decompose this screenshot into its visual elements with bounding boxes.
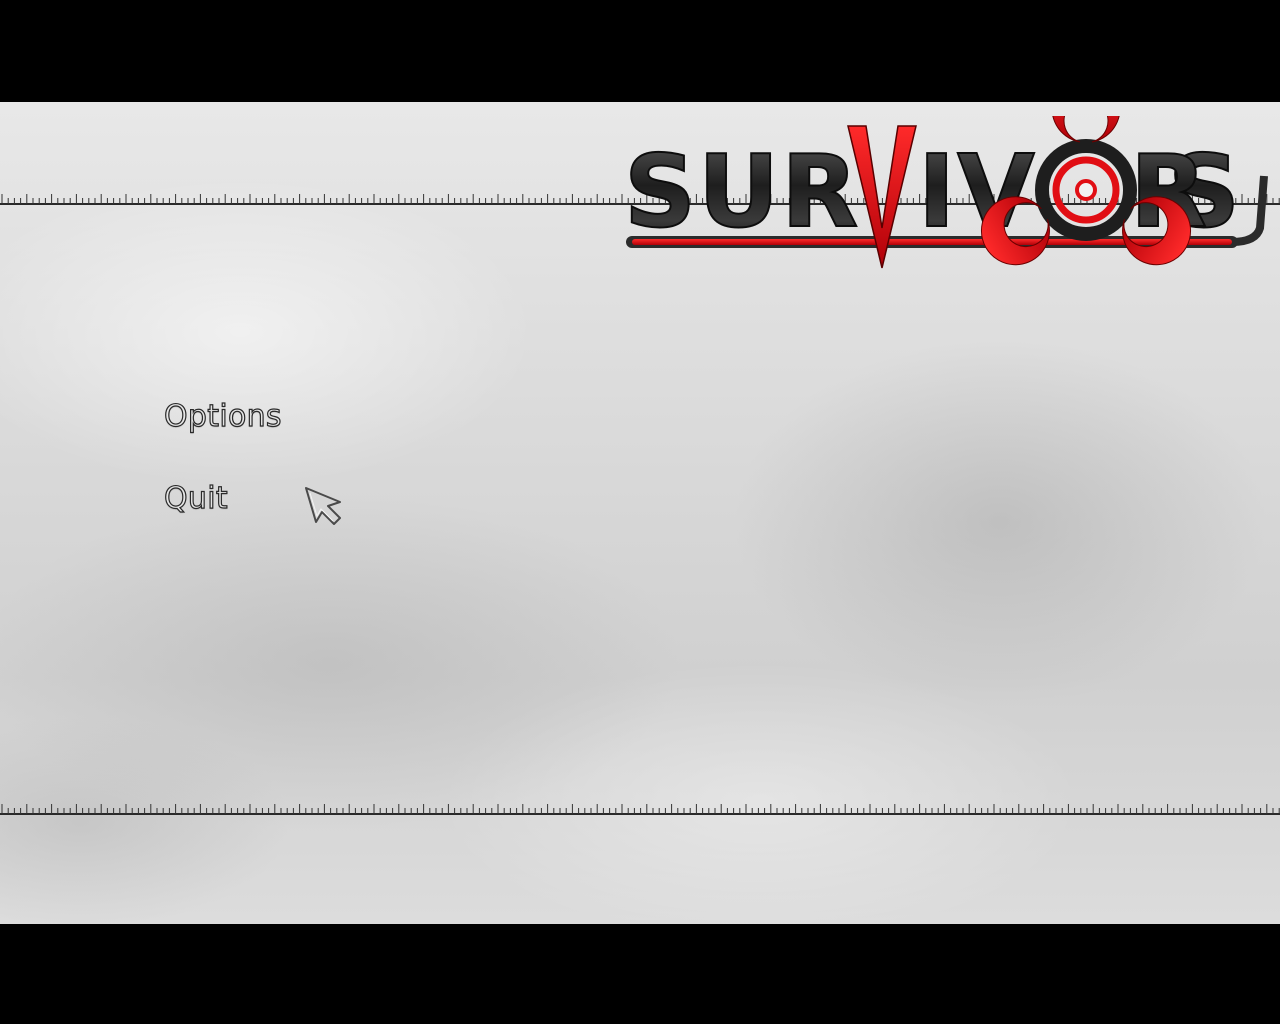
main-menu-background: SUR IV S R Options Quit <box>0 102 1280 924</box>
menu-item-options[interactable]: Options <box>163 401 282 432</box>
menu-item-quit[interactable]: Quit <box>163 483 228 514</box>
svg-text:SUR: SUR <box>624 133 860 250</box>
bottom-ruler-divider <box>0 804 1280 816</box>
letterbox-bottom <box>0 924 1280 1024</box>
svg-text:IV: IV <box>918 133 1037 250</box>
survivors-logo: SUR IV S R <box>620 102 1272 284</box>
arrow-pointer-icon <box>304 486 346 528</box>
game-screen: SUR IV S R Options Quit <box>0 0 1280 1024</box>
letterbox-top <box>0 0 1280 102</box>
